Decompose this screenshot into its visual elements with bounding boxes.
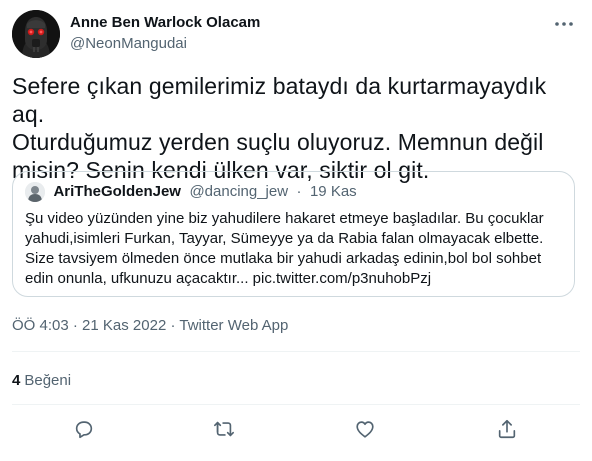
meta-separator-2: · xyxy=(170,317,176,334)
quoted-author-name: AriTheGoldenJew xyxy=(53,183,181,200)
author-avatar[interactable] xyxy=(12,10,60,58)
tweet-time[interactable]: ÖÖ 4:03 xyxy=(12,317,69,334)
tweet-date[interactable]: 21 Kas 2022 xyxy=(82,317,166,334)
quoted-tweet-header: AriTheGoldenJew @dancing_jew · 19 Kas xyxy=(25,182,357,202)
more-options-icon[interactable] xyxy=(552,16,576,32)
tweet-meta: ÖÖ 4:03 · 21 Kas 2022 · Twitter Web App xyxy=(12,316,288,336)
likes-label: Beğeni xyxy=(24,372,72,389)
tweet-source[interactable]: Twitter Web App xyxy=(179,317,288,334)
share-icon[interactable] xyxy=(496,418,518,440)
action-bar xyxy=(0,414,592,444)
author-names: Anne Ben Warlock Olacam @NeonMangudai xyxy=(70,13,260,54)
quoted-author-avatar xyxy=(25,182,45,202)
tweet-card: Anne Ben Warlock Olacam @NeonMangudai Se… xyxy=(0,0,592,461)
author-handle[interactable]: @NeonMangudai xyxy=(70,34,260,54)
tweet-text: Sefere çıkan gemilerimiz bataydı da kurt… xyxy=(12,73,547,183)
quoted-author-handle: @dancing_jew xyxy=(189,183,289,200)
quoted-tweet[interactable]: AriTheGoldenJew @dancing_jew · 19 Kas Şu… xyxy=(12,171,575,297)
retweet-icon[interactable] xyxy=(213,418,235,440)
masked-figure-avatar-icon xyxy=(12,10,60,58)
reply-icon[interactable] xyxy=(73,418,95,440)
likes-stat[interactable]: 4 Beğeni xyxy=(12,371,71,391)
tweet-header: Anne Ben Warlock Olacam @NeonMangudai xyxy=(12,10,580,60)
likes-count: 4 xyxy=(12,372,21,389)
quoted-date: 19 Kas xyxy=(309,183,357,200)
quoted-separator: · xyxy=(296,183,302,200)
divider-bottom xyxy=(12,404,580,405)
author-display-name[interactable]: Anne Ben Warlock Olacam xyxy=(70,13,260,33)
like-icon[interactable] xyxy=(354,418,376,440)
meta-separator: · xyxy=(72,317,78,334)
quoted-tweet-text: Şu video yüzünden yine biz yahudilere ha… xyxy=(25,210,544,287)
divider-top xyxy=(12,351,580,352)
